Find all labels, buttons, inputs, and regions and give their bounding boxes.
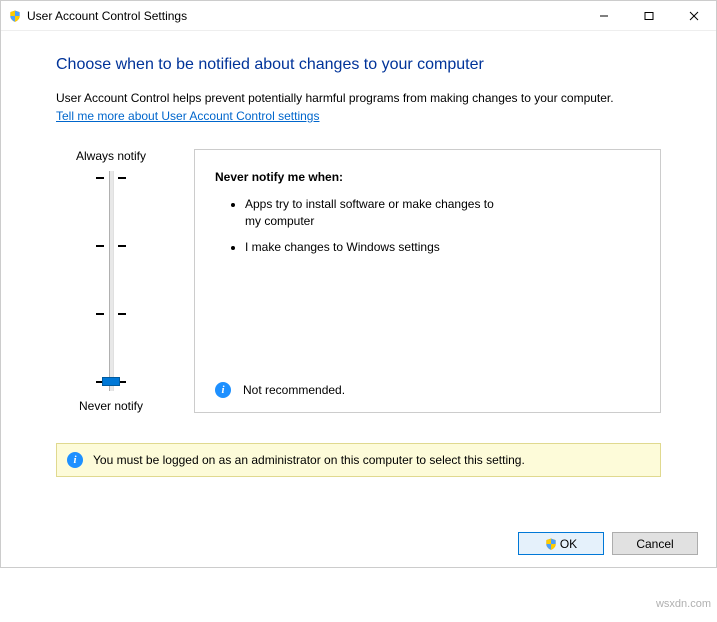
info-footer: i Not recommended. [215,382,640,398]
close-button[interactable] [671,1,716,30]
shield-icon [9,10,21,22]
window-title: User Account Control Settings [9,9,581,23]
info-icon: i [215,382,231,398]
info-icon: i [67,452,83,468]
slider-tick [96,313,126,314]
info-list-item: Apps try to install software or make cha… [245,196,505,230]
maximize-button[interactable] [626,1,671,30]
info-list: Apps try to install software or make cha… [215,196,640,266]
slider-label-bottom: Never notify [79,399,143,413]
info-list-item: I make changes to Windows settings [245,239,505,256]
cancel-button[interactable]: Cancel [612,532,698,555]
info-title: Never notify me when: [215,170,640,184]
slider-track [109,171,114,391]
minimize-button[interactable] [581,1,626,30]
ok-button-label: OK [560,537,577,551]
watermark: wsxdn.com [656,598,711,610]
button-row: OK Cancel [1,520,716,567]
cancel-button-label: Cancel [636,537,673,551]
shield-icon [545,538,557,550]
page-heading: Choose when to be notified about changes… [56,56,661,74]
window-controls [581,1,716,30]
page-description: User Account Control helps prevent poten… [56,90,661,107]
slider-tick [96,177,126,178]
info-panel: Never notify me when: Apps try to instal… [194,149,661,413]
slider-area: Always notify Never notify Never notify … [56,149,661,413]
content-area: Choose when to be notified about changes… [1,31,716,520]
slider-column: Always notify Never notify [56,149,166,413]
learn-more-link[interactable]: Tell me more about User Account Control … [56,109,661,123]
slider-thumb[interactable] [102,377,120,386]
titlebar: User Account Control Settings [1,1,716,31]
slider-tick [96,245,126,246]
notification-slider[interactable] [96,171,126,391]
admin-notice-bar: i You must be logged on as an administra… [56,443,661,477]
uac-settings-window: User Account Control Settings Choose whe… [0,0,717,568]
admin-notice-text: You must be logged on as an administrato… [93,453,525,467]
slider-label-top: Always notify [76,149,146,163]
info-footer-text: Not recommended. [243,383,345,397]
window-title-text: User Account Control Settings [27,9,187,23]
ok-button[interactable]: OK [518,532,604,555]
